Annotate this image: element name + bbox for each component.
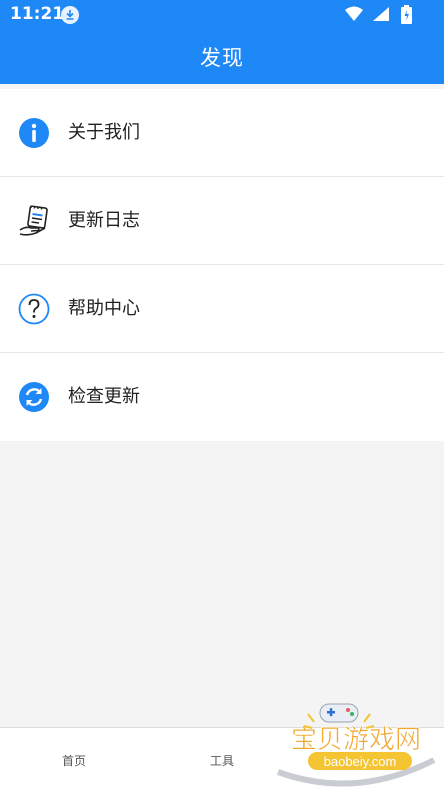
battery-icon <box>401 5 412 24</box>
watermark-logo: baobeiy.com 宝贝游戏网 <box>276 703 436 787</box>
menu-item-check-update[interactable]: 检查更新 <box>0 353 444 441</box>
gamepad-icon <box>319 703 359 723</box>
menu-item-changelog[interactable]: 更新日志 <box>0 177 444 265</box>
watermark-text: 宝贝游戏网 <box>291 725 421 755</box>
status-bar: 11:21 <box>0 0 444 30</box>
menu-list: 关于我们 更新日志 帮助中心 检查更新 <box>0 89 444 441</box>
menu-item-about[interactable]: 关于我们 <box>0 89 444 177</box>
page-title: 发现 <box>200 46 244 70</box>
status-time: 11:21 <box>10 4 65 24</box>
help-icon <box>18 293 50 325</box>
refresh-icon <box>19 382 49 412</box>
menu-item-label: 检查更新 <box>68 386 140 407</box>
menu-item-help[interactable]: 帮助中心 <box>0 265 444 353</box>
app-bar: 11:21 发现 <box>0 0 444 84</box>
tab-tools[interactable]: 工具 <box>210 752 234 769</box>
tab-home[interactable]: 首页 <box>62 752 86 769</box>
menu-item-label: 关于我们 <box>68 122 140 143</box>
watermark-domain: baobeiy.com <box>324 754 397 769</box>
wifi-icon <box>345 6 363 21</box>
signal-icon <box>373 7 389 21</box>
download-notification-icon <box>61 6 79 24</box>
notepad-icon <box>19 205 48 236</box>
menu-item-label: 帮助中心 <box>68 298 140 319</box>
menu-item-label: 更新日志 <box>68 210 140 231</box>
info-icon <box>19 118 49 148</box>
